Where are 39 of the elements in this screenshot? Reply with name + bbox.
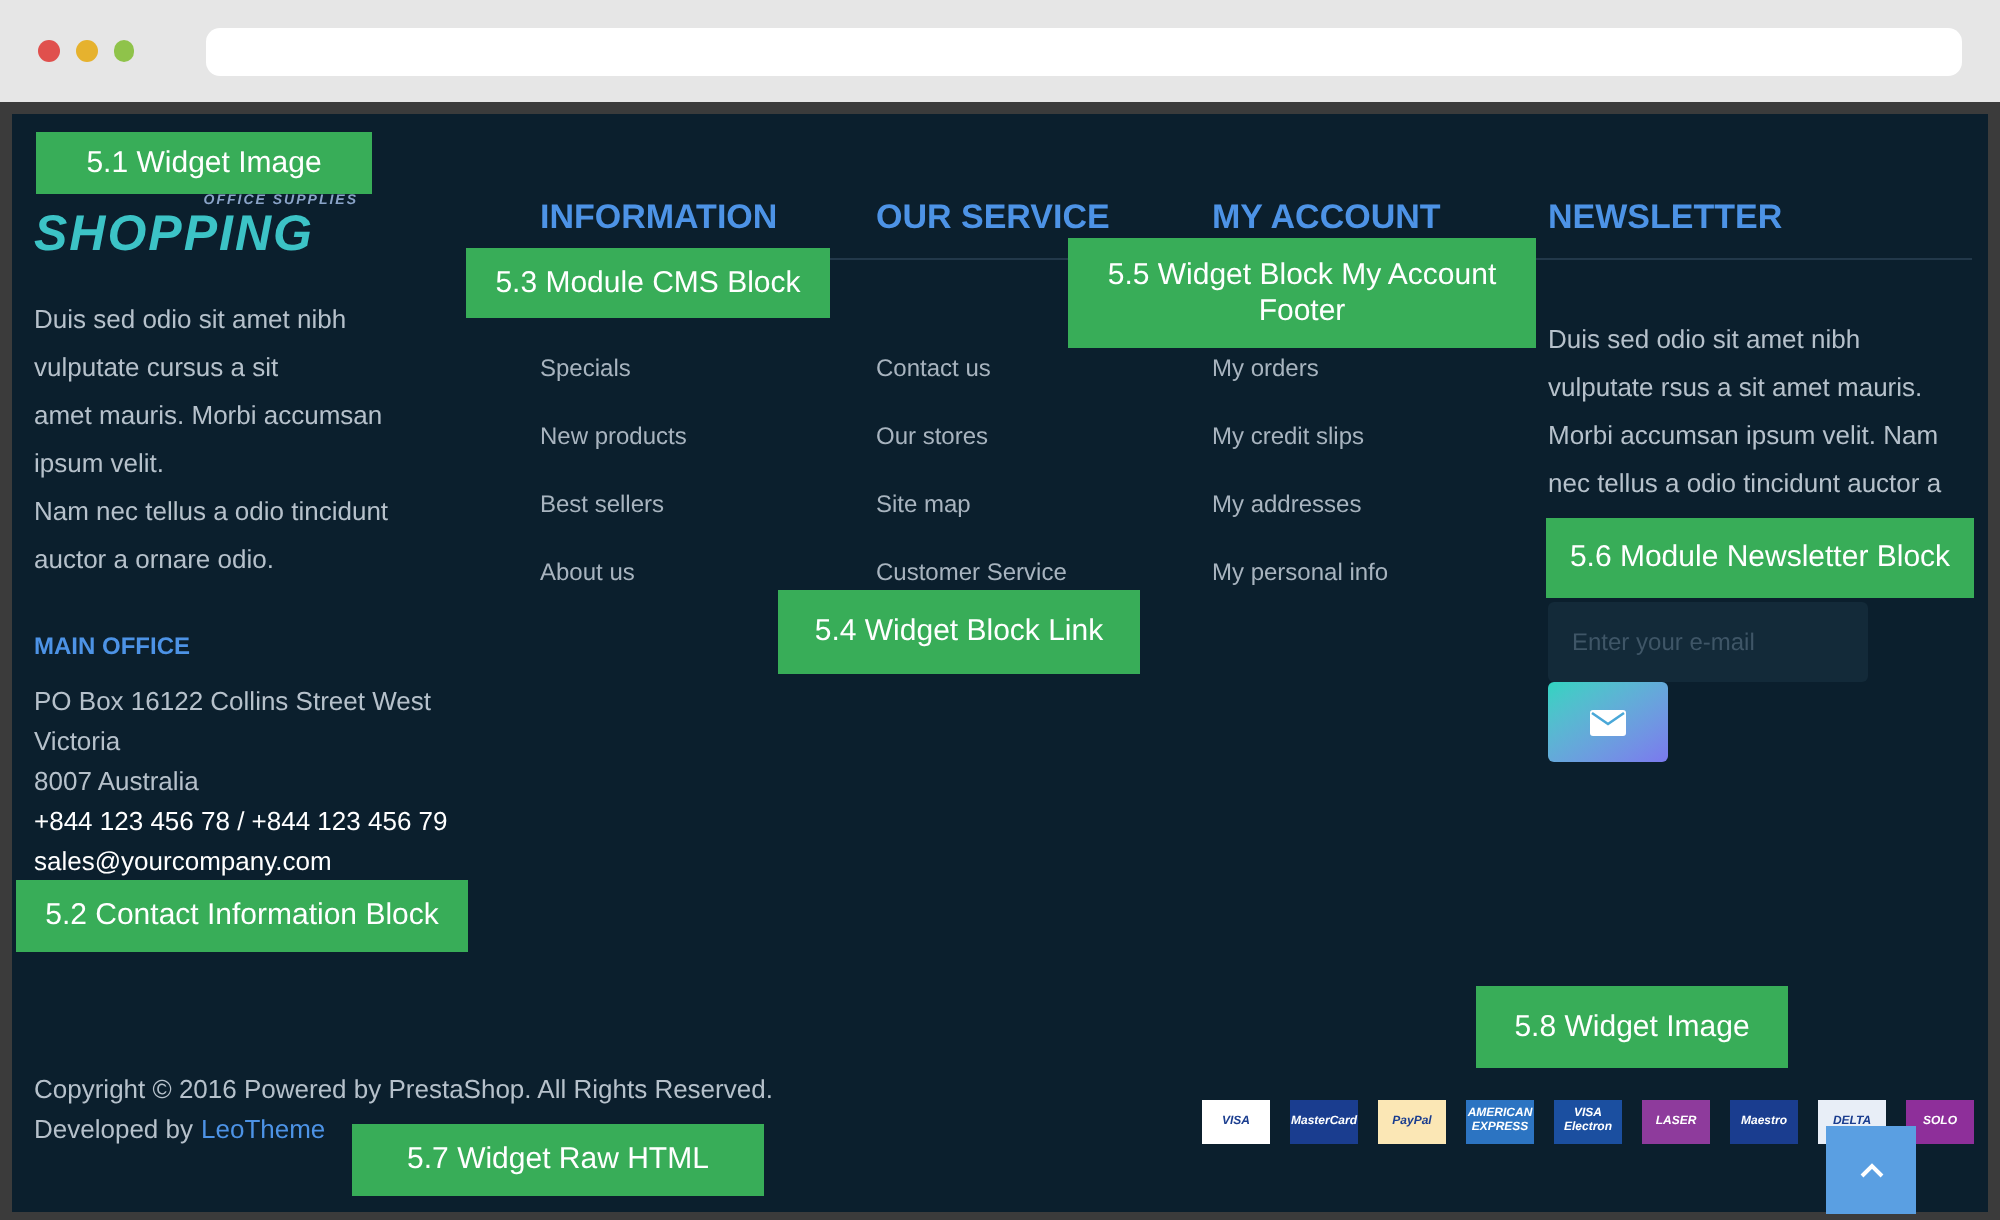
developed-by-text: Developed by xyxy=(34,1112,193,1148)
about-text: amet mauris. Morbi accumsan ipsum velit. xyxy=(34,398,385,482)
address-bar[interactable] xyxy=(206,27,1963,75)
footer-link[interactable]: My addresses xyxy=(1212,488,1362,520)
address-line: 8007 Australia xyxy=(34,764,201,800)
footer-link[interactable]: My credit slips xyxy=(1212,420,1365,452)
footer-link[interactable]: New products xyxy=(540,420,687,452)
scroll-to-top-button[interactable] xyxy=(1826,1126,1916,1214)
chevron-up-icon xyxy=(1859,1162,1883,1178)
leotheme-link[interactable]: LeoTheme xyxy=(201,1110,326,1150)
email-address: sales@yourcompany.com xyxy=(34,844,334,880)
annotation-label: 5.3 Module CMS Block xyxy=(466,248,830,318)
annotation-label: 5.6 Module Newsletter Block xyxy=(1546,518,1974,598)
footer-link[interactable]: My personal info xyxy=(1212,556,1389,588)
phone-numbers: +844 123 456 78 / +844 123 456 79 xyxy=(34,804,450,840)
annotation-label: 5.2 Contact Information Block xyxy=(16,880,468,952)
footer-link[interactable]: Our stores xyxy=(876,420,989,452)
annotation-label: 5.1 Widget Image xyxy=(36,132,372,194)
footer-link[interactable]: Contact us xyxy=(876,352,991,384)
copyright-text: Copyright © 2016 Powered by PrestaShop. All Rights Reserved. xyxy=(34,1072,773,1108)
footer-link[interactable]: Customer Service xyxy=(876,556,1067,588)
main-office-heading: MAIN OFFICE xyxy=(34,630,192,662)
footer-link[interactable]: Site map xyxy=(876,488,971,520)
annotation-label: 5.8 Widget Image xyxy=(1476,986,1788,1068)
footer-link[interactable]: Best sellers xyxy=(540,488,665,520)
envelope-icon xyxy=(1590,709,1626,735)
about-text: Nam nec tellus a odio tincidunt auctor a ornare odio. xyxy=(34,494,391,578)
newsletter-text: Duis sed odio sit amet nibh vulputate rsus a sit amet mauris. Morbi accumsan ipsum velit. Nam nec tellus a odio tincidunt auctor a xyxy=(1548,322,1944,502)
annotation-label: 5.4 Widget Block Link xyxy=(778,590,1140,674)
annotation-label: 5.5 Widget Block My Account Footer xyxy=(1068,238,1536,348)
address-line: PO Box 16122 Collins Street West xyxy=(34,684,433,720)
annotation-label: 5.7 Widget Raw HTML xyxy=(352,1124,764,1196)
subscribe-button[interactable] xyxy=(1548,682,1668,762)
footer-link[interactable]: Specials xyxy=(540,352,631,384)
address-line: Victoria xyxy=(34,724,123,760)
logo-wordmark: SHOPPING xyxy=(34,210,314,260)
column-heading: NEWSLETTER xyxy=(1548,194,1972,260)
footer-link[interactable]: My orders xyxy=(1212,352,1319,384)
footer-link[interactable]: About us xyxy=(540,556,635,588)
